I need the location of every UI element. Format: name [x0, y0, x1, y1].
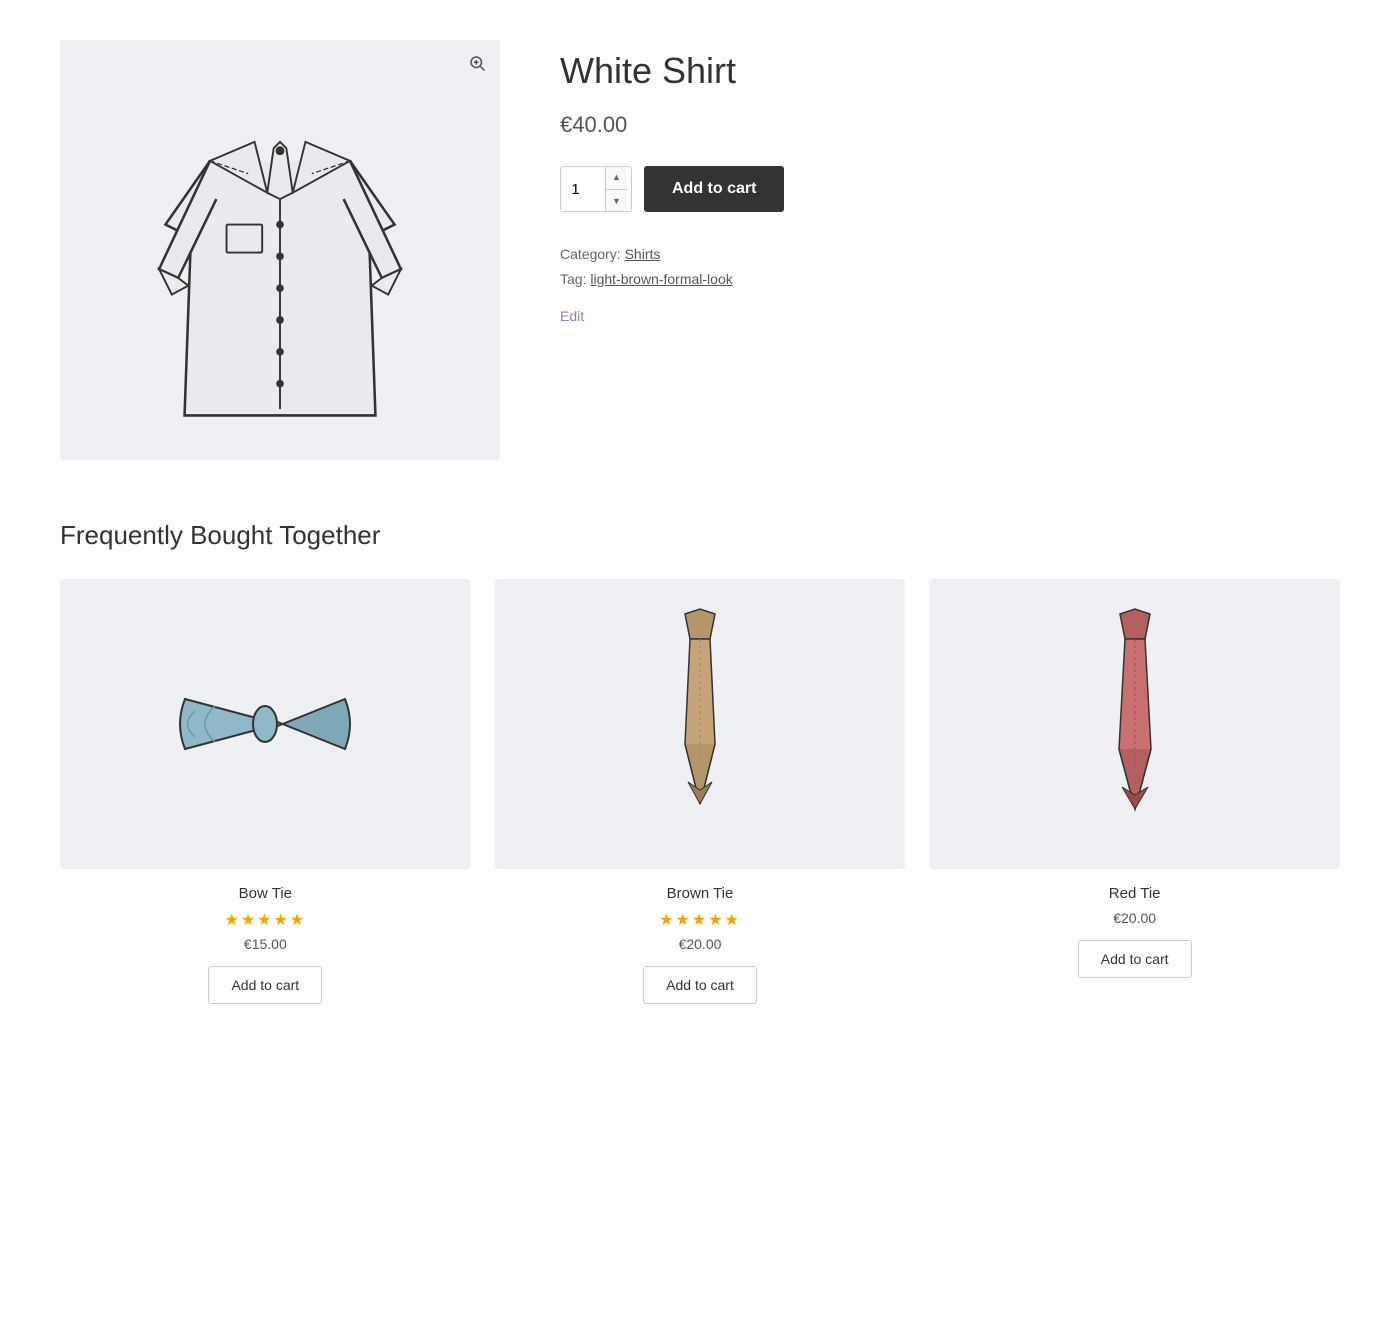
edit-link[interactable]: Edit [560, 308, 584, 324]
product-title: White Shirt [560, 50, 1340, 92]
product-image-container [60, 40, 500, 460]
fbt-item-name-redtie: Red Tie [1109, 885, 1161, 902]
bowtie-image [165, 659, 365, 789]
fbt-image-browntie [495, 579, 906, 869]
fbt-section: Frequently Bought Together Bow Tie [60, 520, 1340, 1004]
product-image [140, 70, 420, 430]
fbt-image-bowtie [60, 579, 471, 869]
fbt-price-browntie: €20.00 [679, 936, 722, 952]
quantity-down[interactable]: ▼ [606, 190, 627, 213]
product-details: White Shirt €40.00 ▲ ▼ Add to cart Categ… [560, 40, 1340, 326]
category-link[interactable]: Shirts [625, 246, 661, 262]
product-price: €40.00 [560, 112, 1340, 138]
fbt-item-name-bowtie: Bow Tie [239, 885, 292, 902]
fbt-add-button-bowtie[interactable]: Add to cart [208, 966, 322, 1004]
product-section: White Shirt €40.00 ▲ ▼ Add to cart Categ… [60, 40, 1340, 460]
quantity-arrows: ▲ ▼ [605, 166, 627, 212]
fbt-item-name-browntie: Brown Tie [667, 885, 734, 902]
add-to-cart-row: ▲ ▼ Add to cart [560, 166, 1340, 212]
fbt-title: Frequently Bought Together [60, 520, 1340, 551]
quantity-wrapper: ▲ ▼ [560, 166, 632, 212]
product-tag: Tag: light-brown-formal-look [560, 267, 1340, 292]
fbt-image-redtie [929, 579, 1340, 869]
fbt-add-button-redtie[interactable]: Add to cart [1078, 940, 1192, 978]
fbt-add-button-browntie[interactable]: Add to cart [643, 966, 757, 1004]
product-category: Category: Shirts [560, 242, 1340, 267]
category-label: Category: [560, 246, 621, 262]
tag-label: Tag: [560, 271, 586, 287]
fbt-stars-bowtie: ★★★★★ [224, 910, 306, 930]
fbt-grid: Bow Tie ★★★★★ €15.00 Add to cart [60, 579, 1340, 1004]
product-meta: Category: Shirts Tag: light-brown-formal… [560, 242, 1340, 292]
tag-link[interactable]: light-brown-formal-look [590, 271, 732, 287]
fbt-price-redtie: €20.00 [1113, 910, 1156, 926]
fbt-card-browntie: Brown Tie ★★★★★ €20.00 Add to cart [495, 579, 906, 1004]
quantity-up[interactable]: ▲ [606, 166, 627, 190]
quantity-input[interactable] [561, 166, 605, 212]
fbt-card-redtie: Red Tie €20.00 Add to cart [929, 579, 1340, 1004]
fbt-card-bowtie: Bow Tie ★★★★★ €15.00 Add to cart [60, 579, 471, 1004]
fbt-price-bowtie: €15.00 [244, 936, 287, 952]
browntie-image [640, 604, 760, 844]
add-to-cart-button[interactable]: Add to cart [644, 166, 784, 212]
zoom-icon[interactable] [468, 54, 486, 77]
redtie-image [1075, 604, 1195, 844]
fbt-stars-browntie: ★★★★★ [659, 910, 741, 930]
